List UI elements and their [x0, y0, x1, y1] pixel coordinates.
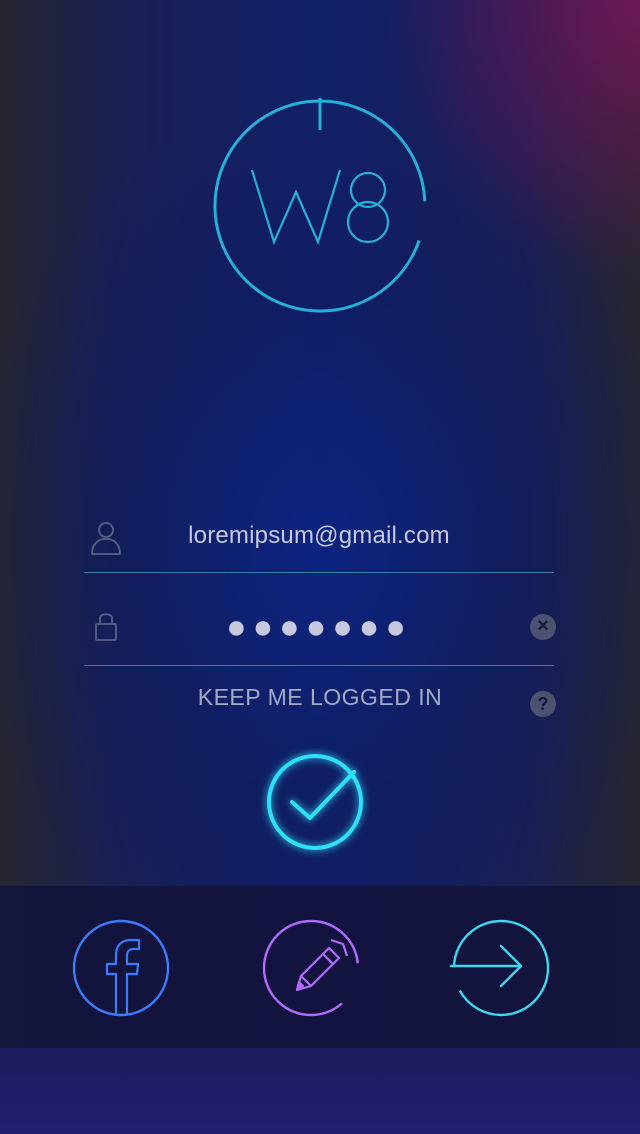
- edit-signup-button[interactable]: [259, 916, 363, 1020]
- clear-icon: ×: [537, 615, 549, 637]
- keep-logged-in-checkbox[interactable]: [260, 748, 370, 858]
- clear-password-button[interactable]: ×: [530, 614, 556, 640]
- user-icon: [91, 522, 121, 555]
- lock-icon: [95, 613, 117, 641]
- email-value[interactable]: loremipsum@gmail.com: [144, 522, 494, 550]
- login-next-button[interactable]: [449, 916, 553, 1020]
- app-logo: W8: [213, 98, 427, 313]
- help-icon: ?: [537, 694, 549, 714]
- pencil-icon: [295, 938, 349, 992]
- password-field[interactable]: ●●●●●●● ×: [84, 575, 556, 666]
- check-icon: [267, 754, 363, 850]
- email-field[interactable]: loremipsum@gmail.com: [84, 482, 554, 573]
- facebook-login-button[interactable]: [69, 916, 173, 1020]
- password-value[interactable]: ●●●●●●●: [144, 610, 494, 644]
- help-button[interactable]: ?: [530, 691, 556, 717]
- facebook-icon: [105, 938, 141, 1014]
- arrow-right-icon: [449, 944, 523, 988]
- bottom-action-bar: [0, 886, 640, 1048]
- login-screen: W8 loremipsum@gmail.com ●●●●●●● × KEEP M…: [0, 0, 640, 1134]
- footer-band: [0, 1048, 640, 1134]
